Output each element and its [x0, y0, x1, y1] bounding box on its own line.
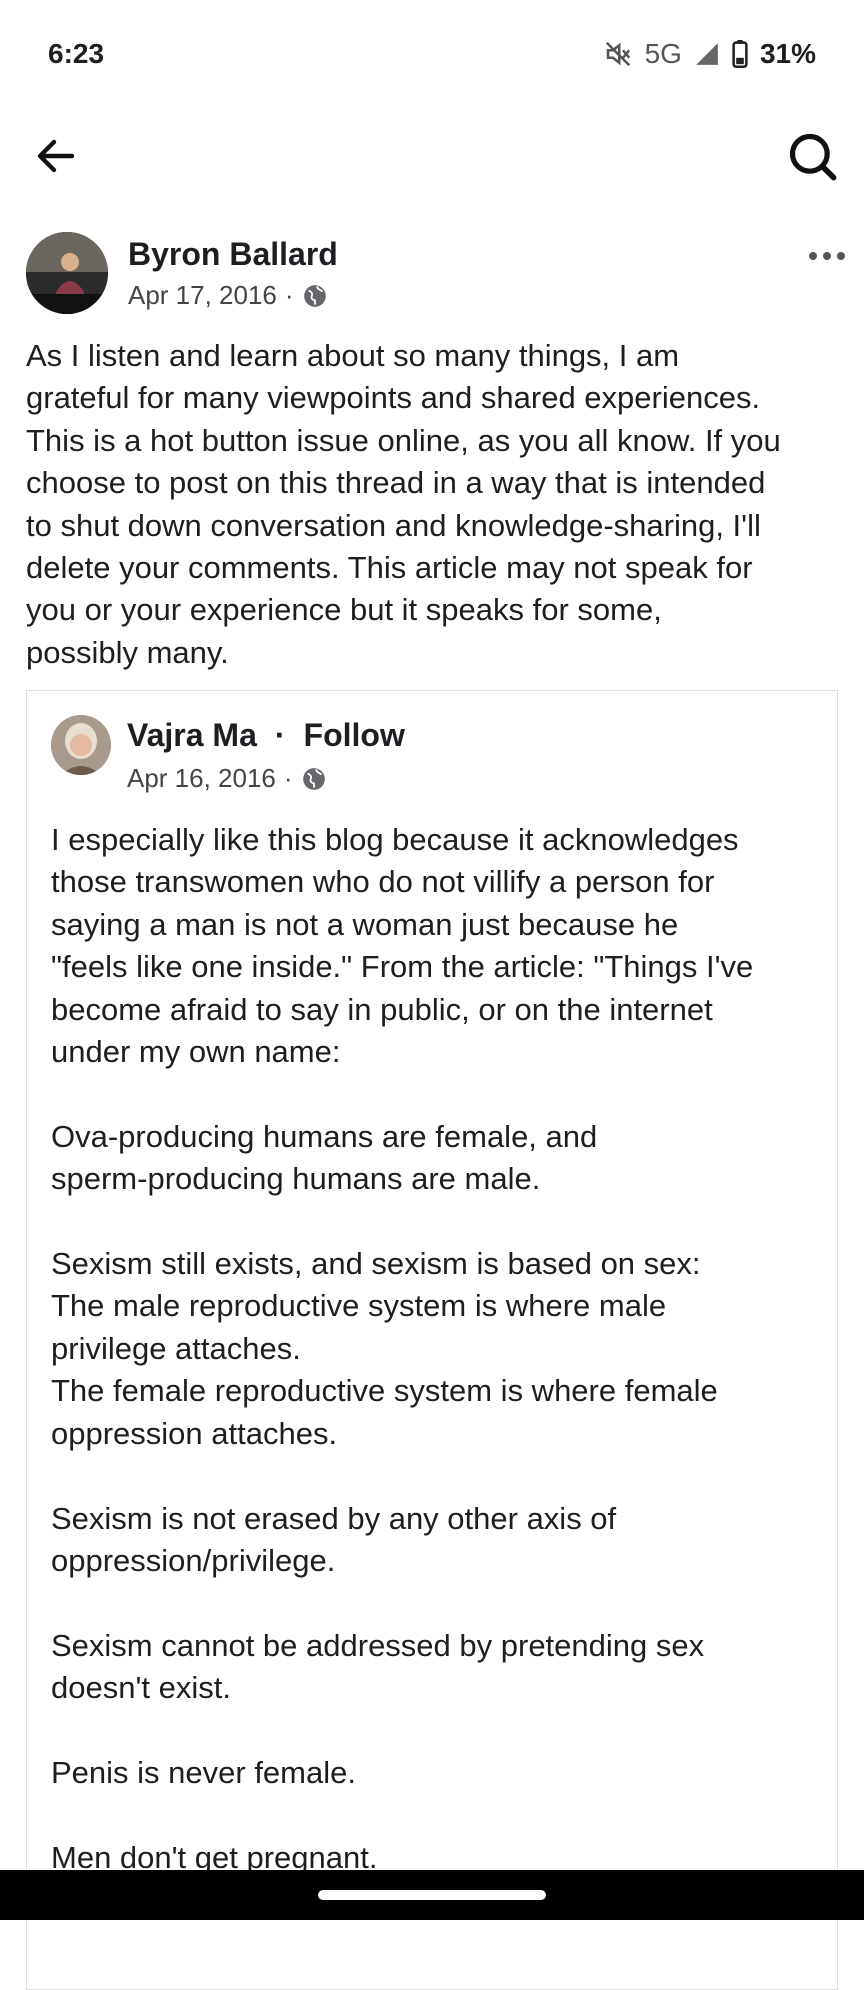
- shared-author-avatar[interactable]: [51, 715, 111, 775]
- shared-post-card[interactable]: Vajra Ma · Follow Apr 16, 2016 · I espec…: [26, 690, 838, 1990]
- status-time: 6:23: [48, 38, 105, 69]
- status-icons: 5G 31%: [603, 38, 816, 70]
- home-gesture-handle[interactable]: [318, 1890, 546, 1900]
- battery-level: 31%: [759, 38, 816, 69]
- more-dot: [809, 252, 817, 260]
- more-options-icon[interactable]: [804, 244, 850, 268]
- top-toolbar: [0, 112, 864, 200]
- back-arrow-icon[interactable]: [32, 132, 80, 180]
- author-name[interactable]: Byron Ballard: [128, 236, 338, 273]
- signal-icon: [694, 41, 720, 67]
- navigation-bar: [0, 1870, 864, 1920]
- mute-icon: [603, 39, 633, 69]
- status-bar: 6:23 5G 31%: [0, 0, 864, 108]
- follow-button[interactable]: Follow: [304, 717, 405, 754]
- shared-author-name[interactable]: Vajra Ma: [127, 717, 257, 754]
- meta-separator: ·: [284, 280, 294, 310]
- post-meta: Apr 17, 2016 ·: [128, 280, 328, 311]
- search-icon[interactable]: [786, 130, 838, 182]
- shared-post-date[interactable]: Apr 16, 2016: [127, 763, 276, 794]
- name-separator: ·: [274, 717, 286, 753]
- post-text: As I listen and learn about so many thin…: [26, 338, 781, 670]
- shared-post-text: I especially like this blog because it a…: [51, 822, 754, 1875]
- globe-icon: [301, 766, 327, 792]
- meta-separator: ·: [283, 763, 293, 793]
- network-type: 5G: [644, 38, 682, 69]
- battery-icon: [732, 40, 748, 68]
- shared-post-meta: Apr 16, 2016 ·: [127, 763, 327, 794]
- shared-author-row: Vajra Ma · Follow: [127, 717, 405, 754]
- post-header: Byron Ballard Apr 17, 2016 ·: [26, 232, 846, 316]
- post-date[interactable]: Apr 17, 2016: [128, 280, 277, 311]
- more-dot: [823, 252, 831, 260]
- author-avatar[interactable]: [26, 232, 108, 314]
- globe-icon: [302, 283, 328, 309]
- more-dot: [837, 252, 845, 260]
